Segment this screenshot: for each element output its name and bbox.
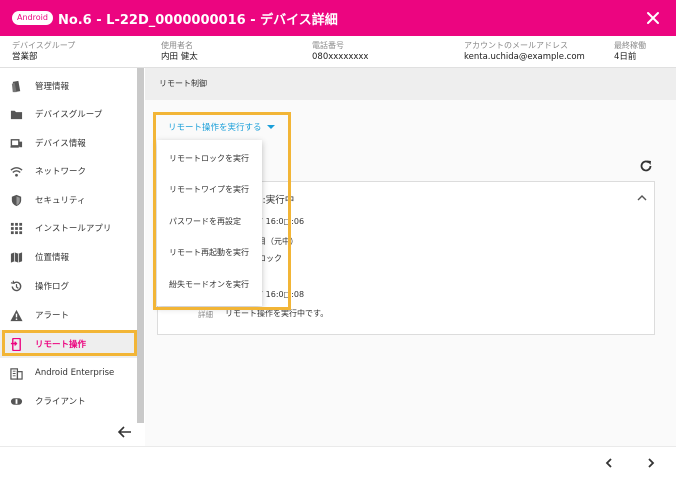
sidebar-scrollbar[interactable] xyxy=(137,68,144,423)
clipboard-icon xyxy=(11,80,21,92)
sidebar-item-installed-apps[interactable]: インストールアプリ xyxy=(0,214,137,242)
history-icon xyxy=(10,280,22,291)
sidebar-item-label: クライアント xyxy=(35,397,86,407)
section-title: リモート制御 xyxy=(159,79,207,88)
shield-icon xyxy=(11,194,22,206)
warning-icon xyxy=(10,309,23,321)
sidebar-item-device-info[interactable]: デバイス情報 xyxy=(0,129,137,157)
sidebar-item-label: デバイスグループ xyxy=(35,110,103,120)
section-header: リモート制御 xyxy=(145,68,676,100)
sidebar-item-label: インストールアプリ xyxy=(35,224,112,234)
info-value: 内田 健太 xyxy=(161,52,198,62)
folder-icon xyxy=(10,110,23,119)
map-icon xyxy=(10,251,23,263)
info-label: 使用者名 xyxy=(161,41,193,50)
chevron-right-icon[interactable] xyxy=(645,457,657,469)
sidebar-item-label: アラート xyxy=(35,311,70,321)
sidebar-item-label: 操作ログ xyxy=(35,282,70,292)
sidebar-item-location[interactable]: 位置情報 xyxy=(0,243,137,271)
arrow-left-icon[interactable] xyxy=(117,425,133,439)
info-value: 080xxxxxxxx xyxy=(312,52,369,62)
device-info-bar: デバイスグループ 営業部 使用者名 内田 健太 電話番号 080xxxxxxxx… xyxy=(0,36,676,68)
refresh-icon[interactable] xyxy=(639,159,653,173)
info-phone: 電話番号 080xxxxxxxx xyxy=(312,40,368,64)
sidebar-item-security[interactable]: セキュリティ xyxy=(0,186,137,214)
sidebar-item-network[interactable]: ネットワーク xyxy=(0,157,137,185)
app-root: Android No.6 - L-22D_0000000016 - デバイス詳細… xyxy=(0,0,676,478)
info-label: デバイスグループ xyxy=(12,41,76,50)
sidebar-item-android-enterprise[interactable]: Android Enterprise xyxy=(0,359,137,387)
footer xyxy=(0,446,676,478)
sidebar-highlight-frame xyxy=(2,330,137,356)
chevron-left-icon[interactable] xyxy=(603,457,615,469)
info-device-group: デバイスグループ 営業部 xyxy=(12,40,75,64)
devices-icon xyxy=(10,138,23,148)
detail-label: 詳細 xyxy=(198,310,213,319)
chevron-up-icon[interactable] xyxy=(637,194,647,202)
sidebar-item-label: ネットワーク xyxy=(35,167,87,177)
info-value: kenta.uchida@example.com xyxy=(464,52,585,62)
menu-highlight-frame xyxy=(153,112,291,310)
wifi-icon xyxy=(10,166,23,177)
sidebar-item-label: 管理情報 xyxy=(35,82,70,92)
info-value: 4日前 xyxy=(614,52,637,62)
sidebar-item-management[interactable]: 管理情報 xyxy=(0,72,137,100)
info-email: アカウントのメールアドレス kenta.uchida@example.com xyxy=(464,40,585,64)
sidebar-item-operation-log[interactable]: 操作ログ xyxy=(0,272,137,300)
info-label: 電話番号 xyxy=(312,41,344,50)
sidebar-item-device-group[interactable]: デバイスグループ xyxy=(0,100,137,128)
sidebar-item-label: セキュリティ xyxy=(35,196,86,206)
client-icon xyxy=(10,397,23,405)
sidebar-item-alert[interactable]: アラート xyxy=(0,301,137,329)
info-user-name: 使用者名 内田 健太 xyxy=(161,40,198,64)
building-icon xyxy=(10,367,23,380)
sidebar-item-label: Android Enterprise xyxy=(35,368,115,378)
apps-grid-icon xyxy=(10,222,23,234)
info-last-active: 最終稼働 4日前 xyxy=(614,40,646,64)
sidebar-item-client[interactable]: クライアント xyxy=(0,387,137,415)
sidebar-item-label: 位置情報 xyxy=(35,253,70,263)
info-label: アカウントのメールアドレス xyxy=(464,41,568,50)
page-header: Android No.6 - L-22D_0000000016 - デバイス詳細 xyxy=(0,0,676,36)
os-badge: Android xyxy=(12,11,53,25)
page-title: No.6 - L-22D_0000000016 - デバイス詳細 xyxy=(57,12,338,28)
info-value: 営業部 xyxy=(12,52,38,62)
sidebar-item-label: デバイス情報 xyxy=(35,139,86,149)
sidebar: 管理情報 デバイスグループ デバイス情報 ネットワーク セキュリティ インストー… xyxy=(0,68,144,446)
close-icon[interactable] xyxy=(644,9,662,27)
info-label: 最終稼働 xyxy=(614,41,646,50)
